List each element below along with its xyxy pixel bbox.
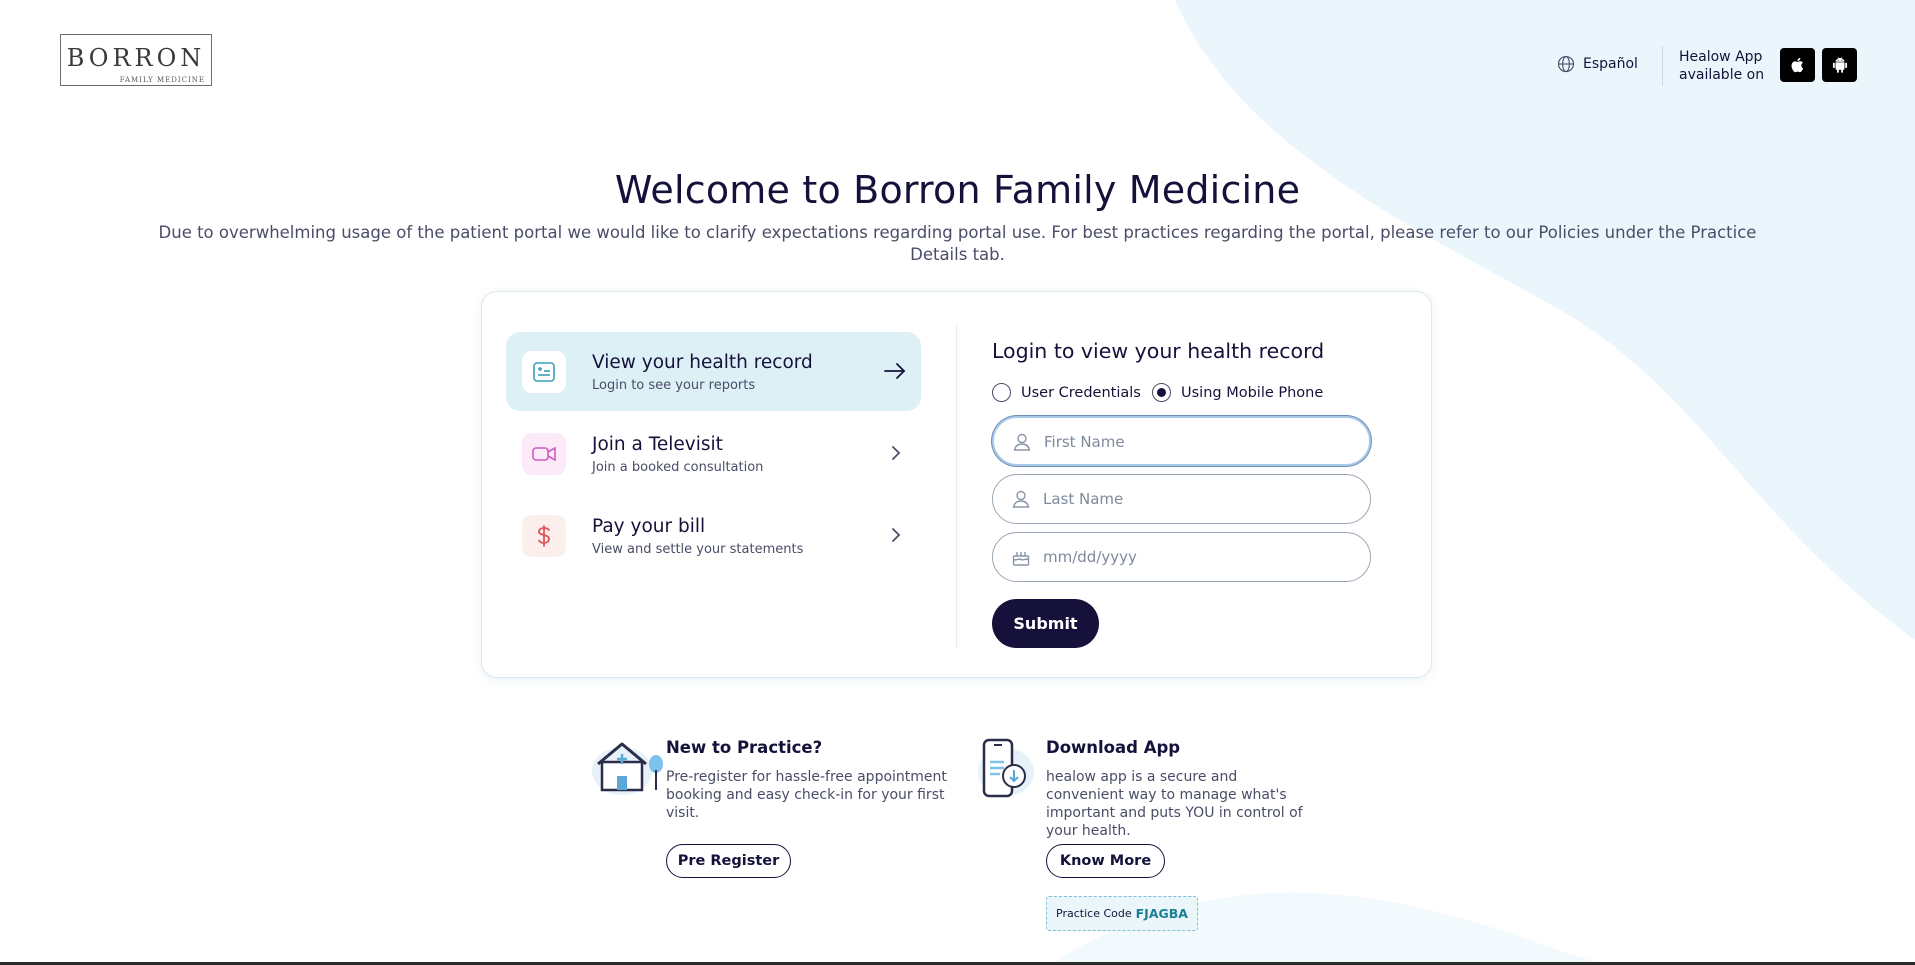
first-name-input[interactable]: [1044, 426, 1354, 458]
practice-code-value: FJAGBA: [1135, 906, 1188, 921]
health-record-icon: [533, 362, 555, 382]
practice-code-label: Practice Code: [1056, 907, 1132, 920]
radio-label: Using Mobile Phone: [1181, 384, 1324, 401]
user-icon: [1013, 433, 1031, 451]
option-title: View your health record: [592, 352, 813, 373]
submit-button[interactable]: Submit: [992, 599, 1099, 648]
globe-icon: [1557, 55, 1575, 73]
language-label: Español: [1583, 56, 1638, 72]
option-icon-box: [522, 515, 566, 557]
option-title: Pay your bill: [592, 516, 706, 537]
welcome-description: Due to overwhelming usage of the patient…: [158, 223, 1757, 264]
healow-app-text: Healow App available on: [1679, 49, 1765, 83]
option-title: Join a Televisit: [592, 434, 723, 455]
option-subtitle: View and settle your statements: [592, 542, 804, 557]
download-app-title: Download App: [1046, 738, 1181, 757]
practice-logo[interactable]: BORRON FAMILY MEDICINE: [60, 34, 212, 86]
radio-button[interactable]: [992, 383, 1011, 402]
apple-icon: [1791, 57, 1803, 73]
option-view-health-record[interactable]: View your health record Login to see you…: [506, 332, 921, 411]
radio-mobile-phone[interactable]: Using Mobile Phone: [1152, 383, 1323, 402]
last-name-input[interactable]: [1043, 483, 1353, 515]
chevron-right-icon: [892, 528, 901, 542]
language-switch[interactable]: Español: [1557, 55, 1638, 73]
user-icon: [1012, 490, 1030, 508]
chevron-right-icon: [892, 446, 901, 460]
video-camera-icon: [532, 446, 556, 462]
know-more-button[interactable]: Know More: [1046, 844, 1165, 878]
dollar-icon: [538, 525, 550, 547]
pre-register-button[interactable]: Pre Register: [666, 844, 791, 878]
header-divider: [1662, 46, 1663, 86]
first-name-field[interactable]: [992, 416, 1371, 466]
new-practice-text: Pre-register for hassle-free appointment…: [666, 769, 947, 821]
option-icon-box: [522, 351, 566, 393]
apple-store-button[interactable]: [1780, 48, 1815, 82]
card-divider: [956, 324, 957, 648]
radio-button-selected[interactable]: [1152, 383, 1171, 402]
option-subtitle: Join a booked consultation: [592, 460, 764, 475]
house-icon: [592, 742, 663, 795]
date-of-birth-input[interactable]: [1043, 541, 1353, 573]
arrow-right-icon: [884, 363, 906, 379]
android-store-button[interactable]: [1822, 48, 1857, 82]
practice-code-badge: Practice Code FJAGBA: [1046, 896, 1198, 931]
android-icon: [1832, 56, 1847, 73]
login-title: Login to view your health record: [992, 339, 1325, 363]
radio-label: User Credentials: [1021, 384, 1141, 401]
download-app-text: healow app is a secure and convenient wa…: [1046, 769, 1303, 839]
new-practice-title: New to Practice?: [666, 738, 823, 757]
last-name-field[interactable]: [992, 474, 1371, 524]
mobile-download-icon: [978, 738, 1034, 798]
option-pay-bill[interactable]: Pay your bill View and settle your state…: [506, 496, 921, 575]
birthday-cake-icon: [1012, 552, 1030, 566]
radio-user-credentials[interactable]: User Credentials: [992, 383, 1141, 402]
option-subtitle: Login to see your reports: [592, 378, 756, 393]
option-icon-box: [522, 433, 566, 475]
logo-name: BORRON: [66, 44, 206, 72]
logo-subtitle: FAMILY MEDICINE: [117, 76, 207, 84]
option-join-televisit[interactable]: Join a Televisit Join a booked consultat…: [506, 414, 921, 493]
page-title: Welcome to Borron Family Medicine: [614, 168, 1301, 212]
date-of-birth-field[interactable]: [992, 532, 1371, 582]
